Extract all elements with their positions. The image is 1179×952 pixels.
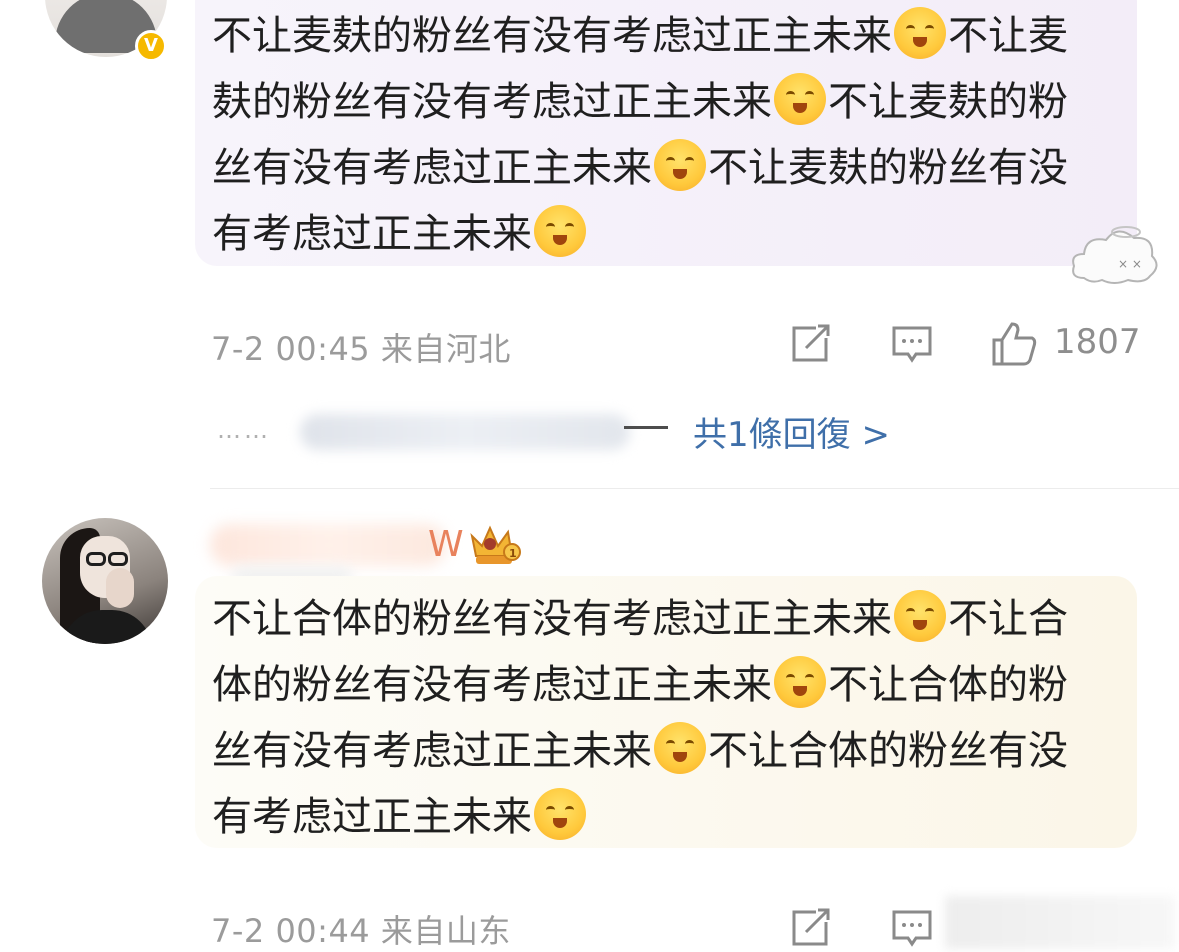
comment-meta: 7-2 00:45 来自河北 — [211, 324, 511, 370]
svg-text:1: 1 — [509, 547, 517, 560]
blush-smile-emoji — [894, 7, 946, 59]
comment-meta: 7-2 00:44 来自山东 — [211, 906, 511, 952]
svg-text:× ×: × × — [1118, 257, 1142, 271]
view-replies-link[interactable]: 共1條回復 > — [693, 407, 890, 456]
comment-text-segment: 不让合体的粉丝有没有考虑过正主未来 — [212, 596, 892, 642]
divider — [210, 488, 1179, 489]
comment-text: 不让麦麸的粉丝有没有考虑过正主未来 不让麦麸的粉丝有没有考虑过正主未来 不让麦麸的粉… — [212, 3, 1092, 267]
comment-text: 不让合体的粉丝有没有考虑过正主未来 不让合体的粉丝有没有考虑过正主未来 不让合体的粉… — [212, 586, 1092, 850]
crown-level-icon: 1 — [470, 525, 521, 564]
blurred-username[interactable] — [210, 524, 446, 566]
repost-icon[interactable] — [788, 906, 832, 950]
blush-smile-emoji — [894, 590, 946, 642]
like-count: 1807 — [1054, 322, 1141, 362]
comment-location: 来自河北 — [380, 330, 511, 368]
blush-smile-emoji — [534, 788, 586, 840]
dizzy-cloud-sticker: × × — [1072, 226, 1158, 284]
avatar[interactable] — [42, 518, 168, 644]
comment-location: 来自山东 — [380, 912, 511, 950]
blurred-replier-name[interactable] — [300, 414, 630, 450]
replier-name-underscore — [624, 426, 668, 429]
comment-icon[interactable] — [890, 322, 934, 366]
reply-dots: …… — [217, 416, 271, 444]
username-visible-tail: W — [428, 524, 464, 565]
blush-smile-emoji — [534, 205, 586, 257]
blush-smile-emoji — [774, 656, 826, 708]
comment-icon[interactable] — [890, 906, 934, 950]
blush-smile-emoji — [654, 722, 706, 774]
repost-icon[interactable] — [788, 322, 832, 366]
blurred-like-area — [945, 896, 1175, 949]
comment-date: 7-2 00:45 — [211, 330, 371, 368]
blush-smile-emoji — [654, 139, 706, 191]
comment-date: 7-2 00:44 — [211, 912, 371, 950]
verified-badge-icon: V — [135, 30, 167, 62]
thumbs-up-icon[interactable] — [990, 320, 1038, 368]
comment-text-segment: 不让麦麸的粉丝有没有考虑过正主未来 — [212, 13, 892, 59]
blush-smile-emoji — [774, 73, 826, 125]
